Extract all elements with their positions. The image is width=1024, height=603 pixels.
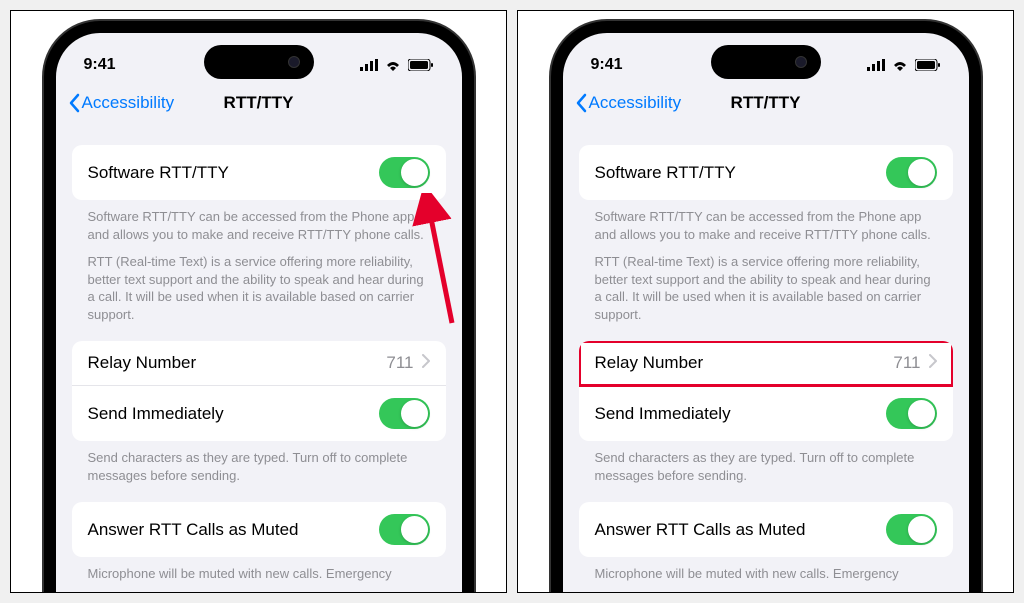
- nav-bar: Accessibility RTT/TTY: [563, 83, 969, 127]
- answer-muted-footer: Microphone will be muted with new calls.…: [72, 557, 446, 583]
- answer-muted-label: Answer RTT Calls as Muted: [88, 520, 299, 540]
- send-immediately-label: Send Immediately: [595, 404, 731, 424]
- send-immediately-row[interactable]: Send Immediately: [72, 386, 446, 441]
- nav-bar: Accessibility RTT/TTY: [56, 83, 462, 127]
- back-label: Accessibility: [82, 93, 175, 113]
- answer-muted-toggle[interactable]: [379, 514, 430, 545]
- relay-number-value: 711: [893, 353, 920, 373]
- software-rtt-label: Software RTT/TTY: [88, 163, 229, 183]
- dynamic-island: [711, 45, 821, 79]
- signal-icon: [867, 59, 885, 71]
- time: 9:41: [84, 56, 116, 74]
- send-immediately-row[interactable]: Send Immediately: [579, 386, 953, 441]
- answer-muted-toggle[interactable]: [886, 514, 937, 545]
- software-rtt-footer: Software RTT/TTY can be accessed from th…: [72, 200, 446, 323]
- software-rtt-toggle[interactable]: [886, 157, 937, 188]
- chevron-left-icon: [68, 93, 80, 113]
- wifi-icon: [891, 59, 909, 71]
- send-immediately-toggle[interactable]: [379, 398, 430, 429]
- relay-number-row[interactable]: Relay Number 711: [72, 341, 446, 386]
- relay-number-row[interactable]: Relay Number 711: [579, 341, 953, 386]
- send-immediately-toggle[interactable]: [886, 398, 937, 429]
- signal-icon: [360, 59, 378, 71]
- page-title: RTT/TTY: [224, 93, 294, 113]
- send-immediately-label: Send Immediately: [88, 404, 224, 424]
- time: 9:41: [591, 56, 623, 74]
- answer-muted-row[interactable]: Answer RTT Calls as Muted: [72, 502, 446, 557]
- relay-number-value: 711: [386, 353, 413, 373]
- software-rtt-footer: Software RTT/TTY can be accessed from th…: [579, 200, 953, 323]
- send-immediately-footer: Send characters as they are typed. Turn …: [579, 441, 953, 484]
- battery-icon: [408, 59, 434, 71]
- software-rtt-toggle[interactable]: [379, 157, 430, 188]
- answer-muted-footer: Microphone will be muted with new calls.…: [579, 557, 953, 583]
- battery-icon: [915, 59, 941, 71]
- page-title: RTT/TTY: [731, 93, 801, 113]
- send-immediately-footer: Send characters as they are typed. Turn …: [72, 441, 446, 484]
- chevron-right-icon: [422, 354, 430, 373]
- back-button[interactable]: Accessibility: [68, 93, 175, 113]
- answer-muted-label: Answer RTT Calls as Muted: [595, 520, 806, 540]
- back-button[interactable]: Accessibility: [575, 93, 682, 113]
- phone-right: 9:41 Accessibility RTT/TTY Software RTT/…: [551, 21, 981, 593]
- chevron-left-icon: [575, 93, 587, 113]
- relay-number-label: Relay Number: [88, 353, 197, 373]
- answer-muted-row[interactable]: Answer RTT Calls as Muted: [579, 502, 953, 557]
- wifi-icon: [384, 59, 402, 71]
- chevron-right-icon: [929, 354, 937, 373]
- phone-left: 9:41 Accessibility RTT/TTY Software RTT/…: [44, 21, 474, 593]
- software-rtt-row[interactable]: Software RTT/TTY: [72, 145, 446, 200]
- software-rtt-row[interactable]: Software RTT/TTY: [579, 145, 953, 200]
- relay-number-label: Relay Number: [595, 353, 704, 373]
- software-rtt-label: Software RTT/TTY: [595, 163, 736, 183]
- dynamic-island: [204, 45, 314, 79]
- back-label: Accessibility: [589, 93, 682, 113]
